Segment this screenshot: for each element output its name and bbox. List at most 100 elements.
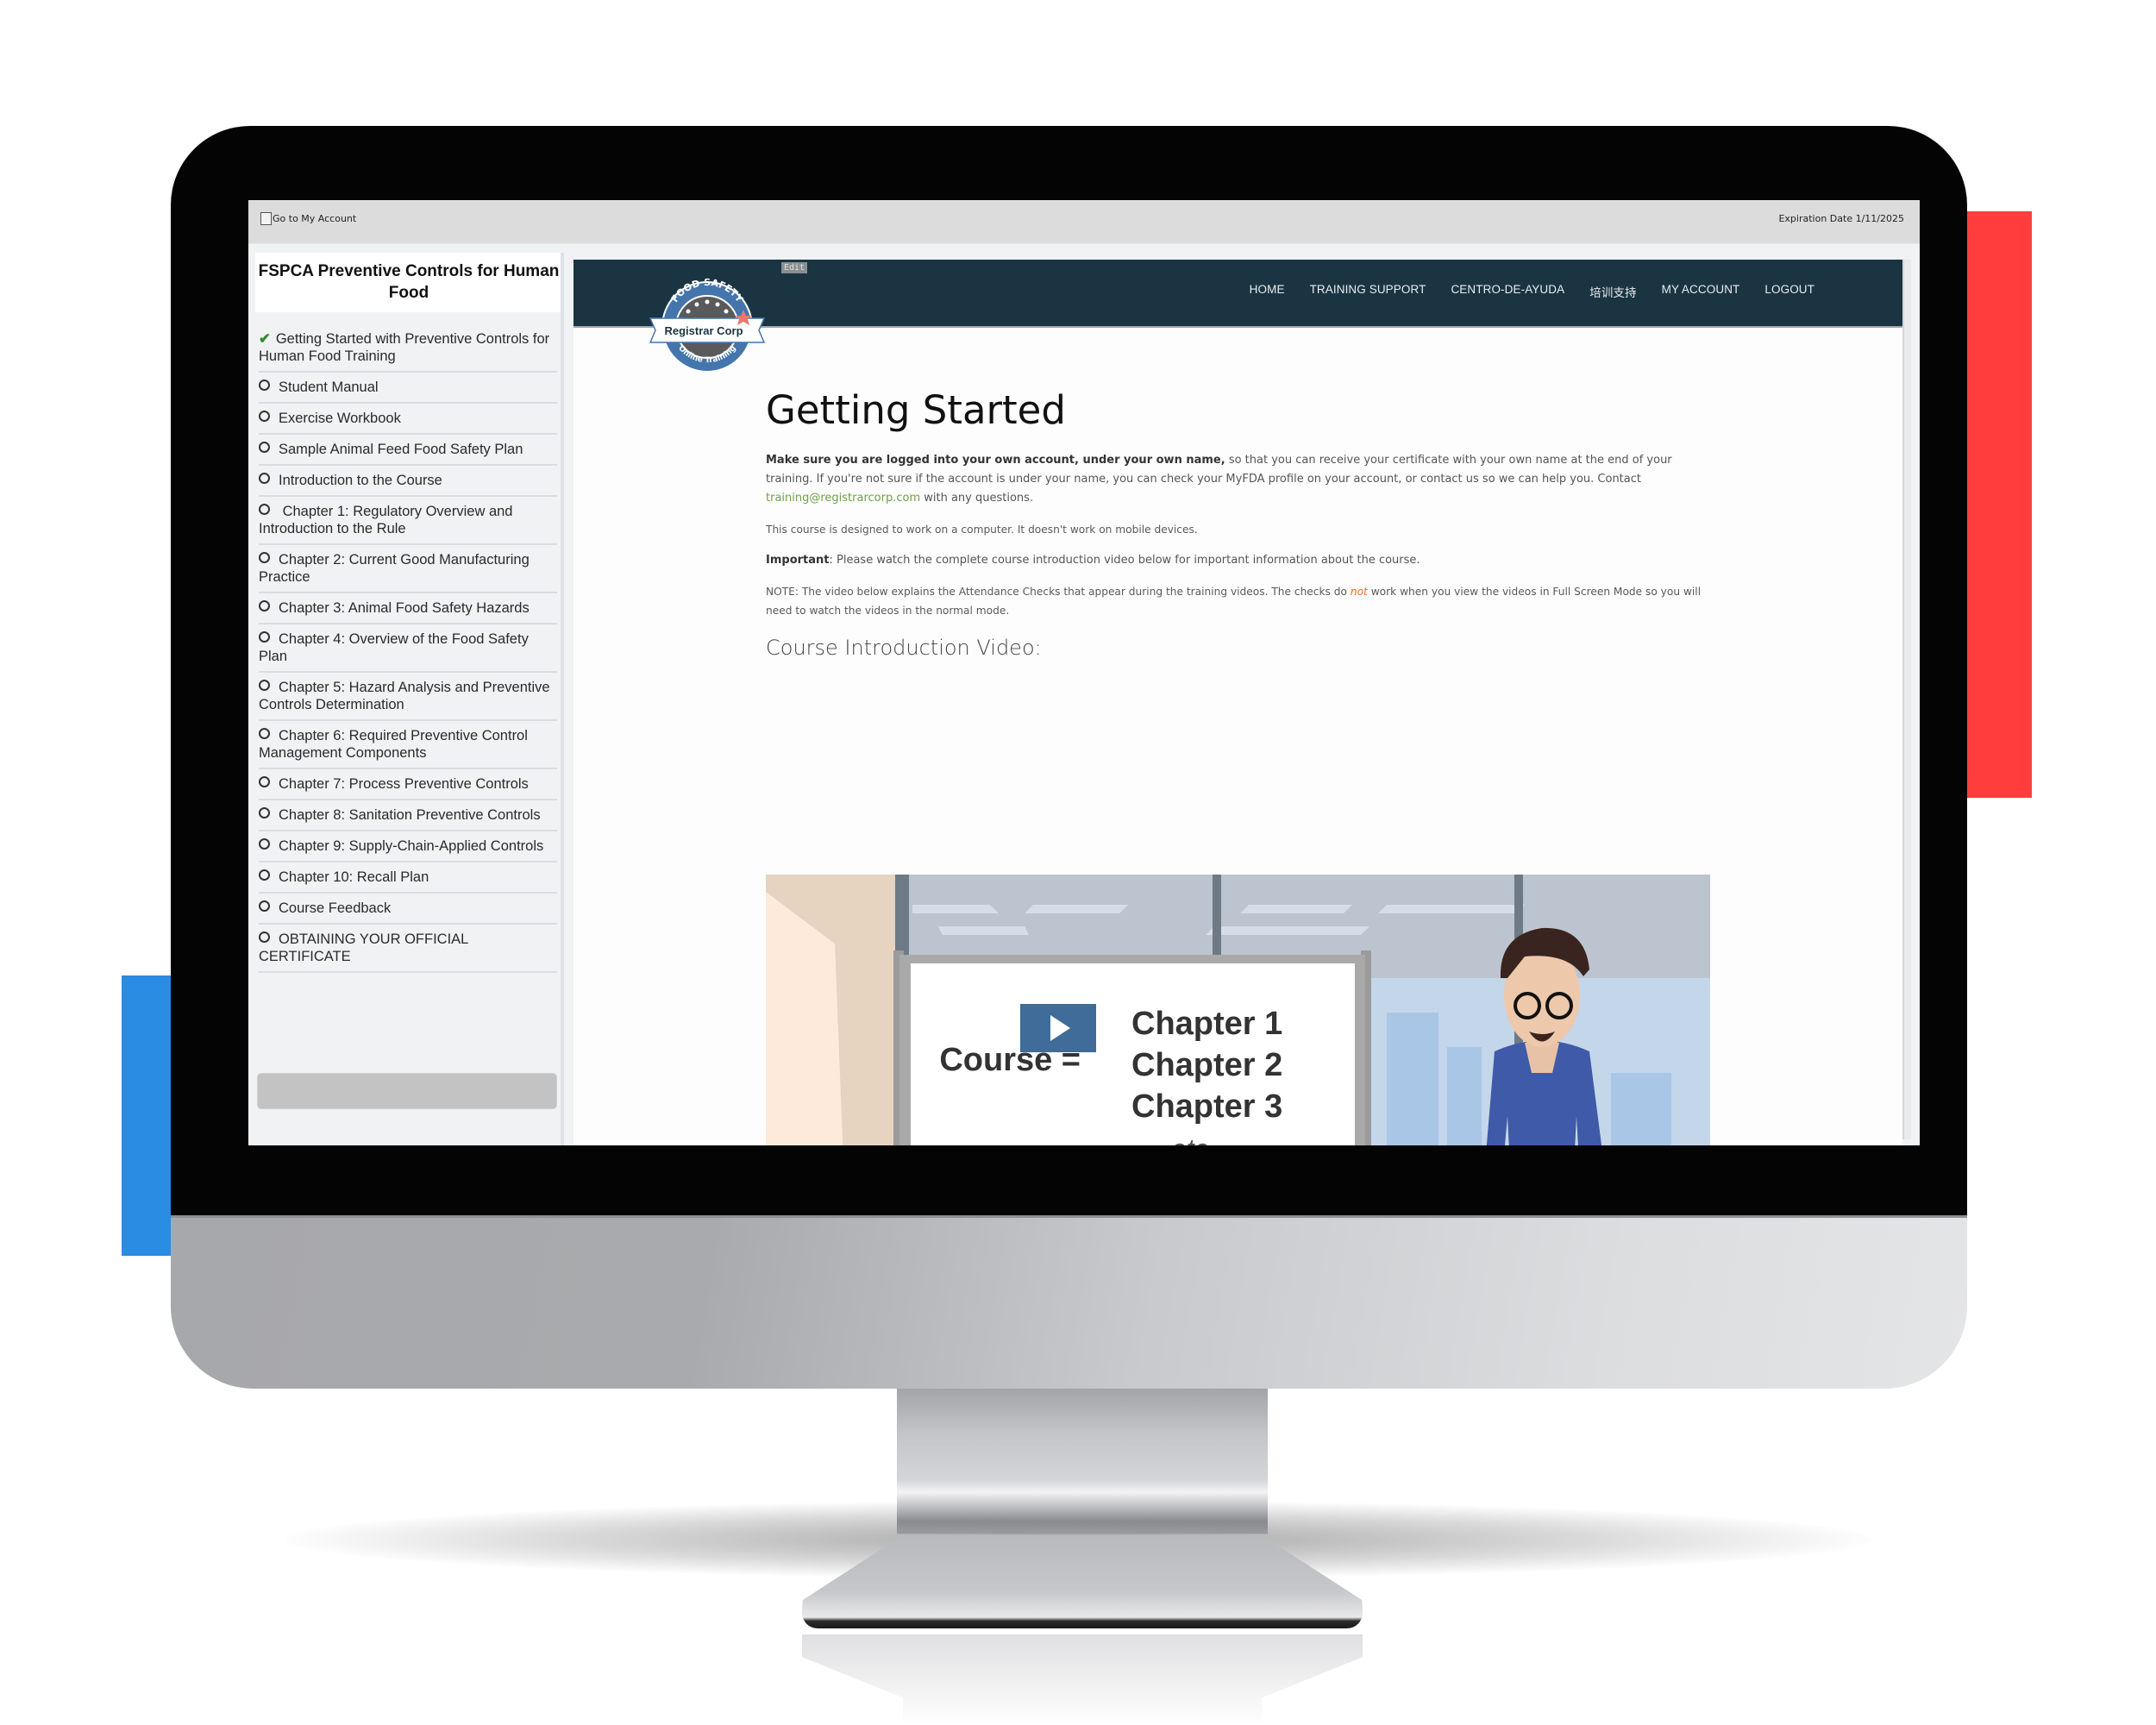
support-email-link[interactable]: training@registrarcorp.com xyxy=(766,492,920,505)
outline-item[interactable]: Exercise Workbook xyxy=(259,404,557,435)
outline-item-label: Chapter 5: Hazard Analysis and Preventiv… xyxy=(259,680,550,712)
top-bar: Go to My Account Expiration Date 1/11/20… xyxy=(248,200,1920,244)
account-notice-end: with any questions. xyxy=(920,492,1034,505)
check-icon: ✔ xyxy=(259,331,271,347)
outline-item-label: OBTAINING YOUR OFFICIAL CERTIFICATE xyxy=(259,932,468,964)
go-to-account-link[interactable]: Go to My Account xyxy=(260,212,356,225)
outline-item-label: Chapter 9: Supply-Chain-Applied Controls xyxy=(279,838,544,854)
nav-training-support[interactable]: TRAINING SUPPORT xyxy=(1310,283,1426,300)
course-outline: ✔ Getting Started with Preventive Control… xyxy=(259,324,557,973)
outline-item-label: Exercise Workbook xyxy=(279,411,401,426)
outline-item[interactable]: Chapter 2: Current Good Manufacturing Pr… xyxy=(259,545,557,593)
outline-item-label: Getting Started with Preventive Controls… xyxy=(259,331,550,364)
board-line: Chapter 3 xyxy=(1131,1088,1282,1125)
circle-icon xyxy=(259,552,270,563)
outline-item[interactable]: ✔ Getting Started with Preventive Control… xyxy=(259,324,557,373)
monitor-screen: Go to My Account Expiration Date 1/11/20… xyxy=(248,200,1920,1145)
monitor-divider xyxy=(171,1215,1967,1218)
nav-my-account[interactable]: MY ACCOUNT xyxy=(1662,283,1740,300)
nav-home[interactable]: HOME xyxy=(1250,283,1285,300)
outline-item[interactable]: Chapter 9: Supply-Chain-Applied Controls xyxy=(259,831,557,862)
outline-item-label: Chapter 8: Sanitation Preventive Control… xyxy=(279,807,541,823)
outline-item-label: Chapter 6: Required Preventive Control M… xyxy=(259,728,528,761)
circle-icon xyxy=(259,807,270,819)
play-button[interactable] xyxy=(1020,1004,1096,1052)
video-heading: Course Introduction Video: xyxy=(766,636,1042,660)
outline-item[interactable]: Chapter 5: Hazard Analysis and Preventiv… xyxy=(259,673,557,721)
outline-item[interactable]: Chapter 3: Animal Food Safety Hazards xyxy=(259,593,557,624)
main-scrollbar[interactable] xyxy=(1902,260,1911,1139)
circle-icon xyxy=(259,631,270,643)
expiration-date: Expiration Date 1/11/2025 xyxy=(1778,213,1904,224)
monitor-stand-base xyxy=(802,1535,1363,1628)
circle-icon xyxy=(259,473,270,484)
intro-video-player[interactable]: Course = Chapter 1 Chapter 2 Chapter 3 e… xyxy=(766,875,1710,1145)
sidebar-scrollbar[interactable] xyxy=(561,253,564,1145)
outline-item[interactable]: Introduction to the Course xyxy=(259,466,557,497)
circle-icon xyxy=(259,932,270,943)
broken-image-icon xyxy=(260,212,272,225)
important-notice: Important: Please watch the complete cou… xyxy=(766,551,1710,570)
outline-item[interactable]: Student Manual xyxy=(259,373,557,404)
circle-icon xyxy=(259,380,270,391)
outline-item-label: Chapter 7: Process Preventive Controls xyxy=(279,776,529,792)
board-line: etc. xyxy=(1171,1133,1216,1145)
site-header: Edit HOME TRAINING SUPPORT CENTRO-DE-AYU… xyxy=(573,260,1902,328)
sidebar-action-button[interactable] xyxy=(257,1073,557,1109)
registrar-corp-logo[interactable]: FOOD SAFETY Online Training Registrar Co… xyxy=(647,273,768,375)
logo-band-text: Registrar Corp xyxy=(664,324,743,337)
outline-item-label: Chapter 10: Recall Plan xyxy=(279,869,429,885)
outline-item[interactable]: OBTAINING YOUR OFFICIAL CERTIFICATE xyxy=(259,925,557,973)
circle-icon xyxy=(259,680,270,691)
circle-icon xyxy=(259,504,270,515)
outline-item-label: Course Feedback xyxy=(279,900,392,916)
circle-icon xyxy=(259,900,270,912)
attendance-note-emphasis: not xyxy=(1350,586,1368,598)
important-text: : Please watch the complete course intro… xyxy=(829,554,1420,567)
main-nav: HOME TRAINING SUPPORT CENTRO-DE-AYUDA 培训… xyxy=(1225,283,1814,300)
nav-logout[interactable]: LOGOUT xyxy=(1764,283,1814,300)
important-label: Important xyxy=(766,554,830,567)
outline-item[interactable]: Chapter 8: Sanitation Preventive Control… xyxy=(259,800,557,831)
outline-item[interactable]: Sample Animal Feed Food Safety Plan xyxy=(259,435,557,466)
outline-item[interactable]: Chapter 7: Process Preventive Controls xyxy=(259,769,557,800)
outline-item-label: Student Manual xyxy=(279,380,379,395)
circle-icon xyxy=(259,728,270,739)
course-title: FSPCA Preventive Controls for Human Food xyxy=(255,253,562,312)
outline-item[interactable]: Chapter 10: Recall Plan xyxy=(259,862,557,894)
circle-icon xyxy=(259,411,270,422)
board-line: Chapter 1 xyxy=(1131,1006,1282,1042)
circle-icon xyxy=(259,869,270,881)
outline-item-label: Sample Animal Feed Food Safety Plan xyxy=(279,442,523,457)
article: Getting Started Make sure you are logged… xyxy=(766,389,1710,677)
blue-accent-bar xyxy=(122,975,173,1256)
circle-icon xyxy=(259,600,270,612)
account-notice-bold: Make sure you are logged into your own a… xyxy=(766,454,1225,467)
nav-centro-de-ayuda[interactable]: CENTRO-DE-AYUDA xyxy=(1451,283,1564,300)
course-sidebar: FSPCA Preventive Controls for Human Food… xyxy=(255,253,562,1145)
outline-item-label: Chapter 3: Animal Food Safety Hazards xyxy=(279,600,530,616)
device-notice: This course is designed to work on a com… xyxy=(766,524,1198,536)
outline-item-label: Chapter 2: Current Good Manufacturing Pr… xyxy=(259,552,530,585)
outline-item[interactable]: Chapter 4: Overview of the Food Safety P… xyxy=(259,624,557,673)
page-title: Getting Started xyxy=(766,387,1066,433)
stand-reflection xyxy=(802,1634,1363,1725)
outline-item-label: Introduction to the Course xyxy=(279,473,442,488)
circle-icon xyxy=(259,838,270,850)
board-line: Chapter 2 xyxy=(1131,1047,1282,1083)
go-to-account-label: Go to My Account xyxy=(273,213,357,224)
outline-item-label: Chapter 1: Regulatory Overview and Intro… xyxy=(259,504,513,536)
edit-button[interactable]: Edit xyxy=(781,262,808,273)
attendance-note-start: NOTE: The video below explains the Atten… xyxy=(766,586,1351,598)
outline-item[interactable]: Chapter 6: Required Preventive Control M… xyxy=(259,721,557,769)
outline-item[interactable]: Course Feedback xyxy=(259,894,557,925)
attendance-note: NOTE: The video below explains the Atten… xyxy=(766,582,1710,620)
account-notice: Make sure you are logged into your own a… xyxy=(766,451,1710,508)
red-accent-bar xyxy=(1967,211,2032,798)
outline-item[interactable]: Chapter 1: Regulatory Overview and Intro… xyxy=(259,497,557,545)
circle-icon xyxy=(259,776,270,787)
main-content: Edit HOME TRAINING SUPPORT CENTRO-DE-AYU… xyxy=(573,260,1902,1145)
outline-item-label: Chapter 4: Overview of the Food Safety P… xyxy=(259,631,529,664)
circle-icon xyxy=(259,442,270,453)
nav-chinese-support[interactable]: 培训支持 xyxy=(1589,283,1636,300)
